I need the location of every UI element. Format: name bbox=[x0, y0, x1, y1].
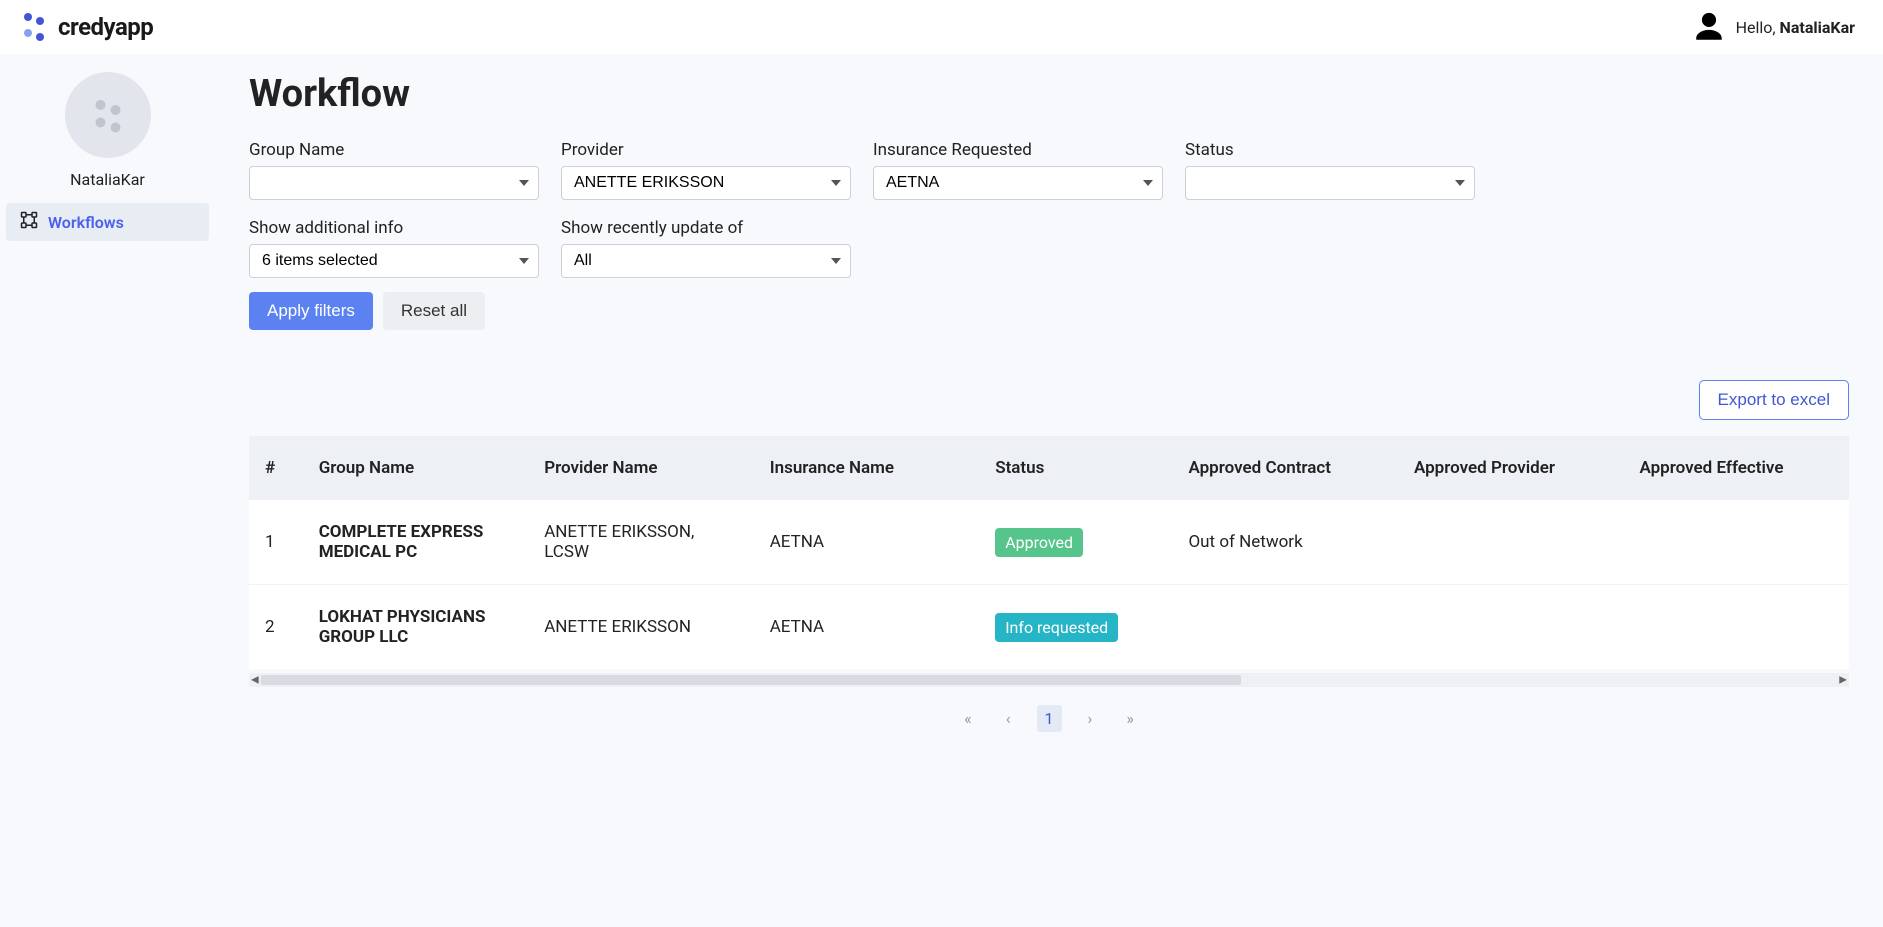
workflows-icon bbox=[20, 211, 38, 233]
sidebar-item-label: Workflows bbox=[48, 213, 124, 232]
col-provider: Provider Name bbox=[528, 436, 754, 500]
page-title: Workflow bbox=[249, 72, 1849, 116]
select-group-name[interactable] bbox=[249, 166, 539, 200]
page-number-current[interactable]: 1 bbox=[1037, 705, 1062, 732]
brand-name: credyapp bbox=[58, 13, 153, 41]
cell-approved-provider bbox=[1398, 500, 1624, 585]
user-silhouette-icon bbox=[1692, 10, 1726, 44]
cell-status: Info requested bbox=[979, 585, 1172, 670]
reset-all-button[interactable]: Reset all bbox=[383, 292, 485, 330]
select-status[interactable] bbox=[1185, 166, 1475, 200]
filters-row: Group Name Provider ANETTE ERIKSSON Insu… bbox=[249, 140, 1849, 200]
avatar-placeholder-icon bbox=[88, 95, 128, 135]
cell-approved-effective bbox=[1623, 500, 1849, 585]
hello-username: NataliaKar bbox=[1780, 18, 1855, 37]
col-approved-contract: Approved Contract bbox=[1172, 436, 1398, 500]
select-show-recent[interactable]: All bbox=[561, 244, 851, 278]
main: Workflow Group Name Provider ANETTE ERIK… bbox=[215, 54, 1883, 772]
hello-text: Hello, NataliaKar bbox=[1736, 18, 1855, 37]
col-approved-provider: Approved Provider bbox=[1398, 436, 1624, 500]
cell-approved-contract bbox=[1172, 585, 1398, 670]
select-show-additional[interactable]: 6 items selected bbox=[249, 244, 539, 278]
cell-insurance: AETNA bbox=[754, 500, 980, 585]
topbar: credyapp Hello, NataliaKar bbox=[0, 0, 1883, 54]
col-approved-effective: Approved Effective bbox=[1623, 436, 1849, 500]
cell-index: 1 bbox=[249, 500, 303, 585]
brand-logo[interactable]: credyapp bbox=[18, 11, 153, 43]
label-show-recent: Show recently update of bbox=[561, 218, 851, 238]
table-row[interactable]: 1COMPLETE EXPRESS MEDICAL PCANETTE ERIKS… bbox=[249, 500, 1849, 585]
apply-filters-button[interactable]: Apply filters bbox=[249, 292, 373, 330]
label-insurance: Insurance Requested bbox=[873, 140, 1163, 160]
label-group-name: Group Name bbox=[249, 140, 539, 160]
cell-approved-provider bbox=[1398, 585, 1624, 670]
sidebar-username: NataliaKar bbox=[0, 170, 215, 189]
cell-provider: ANETTE ERIKSSON, LCSW bbox=[528, 500, 754, 585]
export-excel-button[interactable]: Export to excel bbox=[1699, 380, 1849, 420]
cell-approved-effective bbox=[1623, 585, 1849, 670]
col-insurance: Insurance Name bbox=[754, 436, 980, 500]
cell-group: LOKHAT PHYSICIANS GROUP LLC bbox=[303, 585, 529, 670]
cell-index: 2 bbox=[249, 585, 303, 670]
status-badge: Info requested bbox=[995, 613, 1118, 642]
col-group: Group Name bbox=[303, 436, 529, 500]
select-insurance[interactable]: AETNA bbox=[873, 166, 1163, 200]
pagination: « ‹ 1 › » bbox=[249, 705, 1849, 732]
status-badge: Approved bbox=[995, 528, 1083, 557]
page-first-button[interactable]: « bbox=[956, 705, 980, 732]
cell-approved-contract: Out of Network bbox=[1172, 500, 1398, 585]
cell-group: COMPLETE EXPRESS MEDICAL PC bbox=[303, 500, 529, 585]
col-status: Status bbox=[979, 436, 1172, 500]
hello-prefix: Hello, bbox=[1736, 18, 1780, 37]
page-next-button[interactable]: › bbox=[1080, 705, 1101, 732]
workflow-table: # Group Name Provider Name Insurance Nam… bbox=[249, 436, 1849, 669]
label-status: Status bbox=[1185, 140, 1475, 160]
sidebar-item-workflows[interactable]: Workflows bbox=[6, 203, 209, 241]
sidebar: NataliaKar Workflows bbox=[0, 54, 215, 241]
table-row[interactable]: 2LOKHAT PHYSICIANS GROUP LLCANETTE ERIKS… bbox=[249, 585, 1849, 670]
logo-icon bbox=[18, 11, 50, 43]
cell-status: Approved bbox=[979, 500, 1172, 585]
cell-provider: ANETTE ERIKSSON bbox=[528, 585, 754, 670]
scroll-left-arrow-icon: ◀ bbox=[251, 675, 259, 686]
scroll-right-arrow-icon: ▶ bbox=[1839, 675, 1847, 686]
scrollbar-thumb[interactable] bbox=[261, 675, 1241, 685]
label-provider: Provider bbox=[561, 140, 851, 160]
user-block[interactable]: Hello, NataliaKar bbox=[1692, 10, 1855, 44]
page-prev-button[interactable]: ‹ bbox=[998, 705, 1019, 732]
horizontal-scrollbar[interactable]: ◀ ▶ bbox=[249, 673, 1849, 687]
avatar[interactable] bbox=[65, 72, 151, 158]
label-show-additional: Show additional info bbox=[249, 218, 539, 238]
page-last-button[interactable]: » bbox=[1118, 705, 1142, 732]
col-index: # bbox=[249, 436, 303, 500]
cell-insurance: AETNA bbox=[754, 585, 980, 670]
table-scroll[interactable]: # Group Name Provider Name Insurance Nam… bbox=[249, 436, 1849, 669]
filters-row-2: Show additional info 6 items selected Sh… bbox=[249, 218, 1849, 278]
select-provider[interactable]: ANETTE ERIKSSON bbox=[561, 166, 851, 200]
